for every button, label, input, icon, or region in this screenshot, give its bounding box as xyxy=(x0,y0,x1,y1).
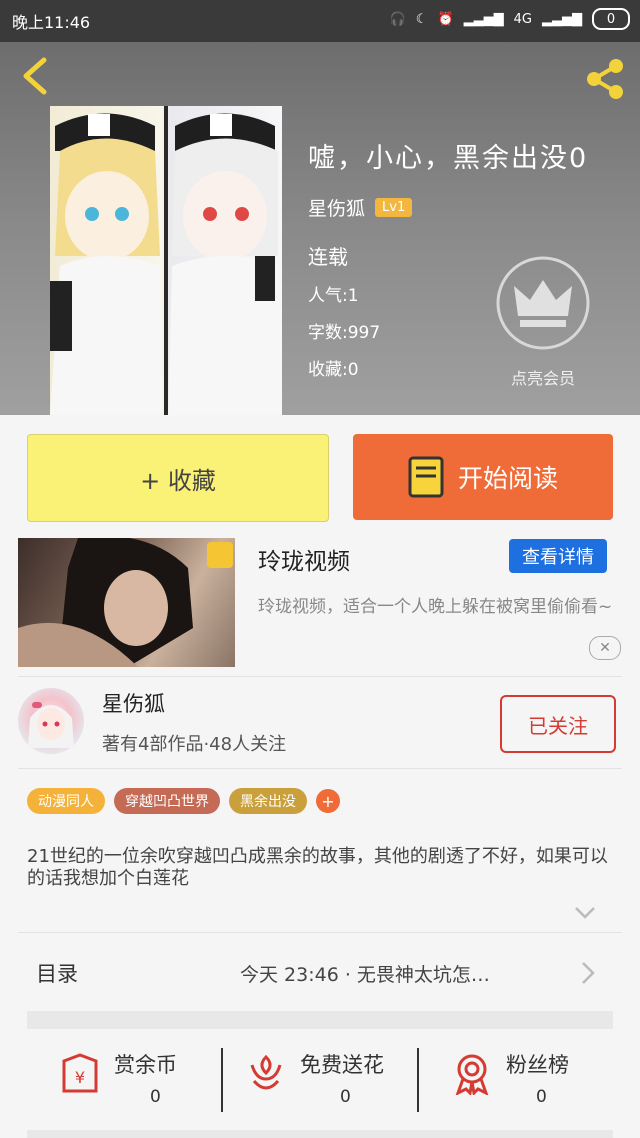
book-description: 21世纪的一位余吹穿越凹凸成黑余的故事，其他的剧透了不好，如果可以的话我想加个白… xyxy=(27,846,608,889)
share-icon[interactable] xyxy=(580,54,630,104)
signal-icon-2: ▂▃▅▇ xyxy=(542,11,582,27)
ad-description[interactable]: 玲珑视频，适合一个人晚上躲在被窝里偷偷看~ xyxy=(258,596,613,618)
network-type: 4G xyxy=(513,11,532,27)
author-row: 星伤狐 Lv1 xyxy=(308,194,413,221)
section-separator xyxy=(27,1130,613,1138)
vip-label[interactable]: 点亮会员 xyxy=(494,365,592,389)
send-flower-action[interactable]: 免费送花 0 xyxy=(244,1045,414,1117)
tag[interactable]: 黑余出没 xyxy=(229,788,307,814)
ad-photo xyxy=(18,538,193,667)
start-reading-label: 开始阅读 xyxy=(457,464,558,493)
fan-ranking-action[interactable]: 粉丝榜 0 xyxy=(450,1045,610,1117)
divider xyxy=(18,676,622,677)
tag[interactable]: 动漫同人 xyxy=(27,788,105,814)
send-flower-label: 免费送花 xyxy=(300,1053,384,1077)
toc-label[interactable]: 目录 xyxy=(36,958,78,988)
tag[interactable]: 穿越凹凸世界 xyxy=(114,788,220,814)
coin-envelope-icon: ¥ xyxy=(62,1053,98,1093)
author-card-name[interactable]: 星伤狐 xyxy=(102,688,165,718)
badge-ribbon-icon xyxy=(455,1054,489,1095)
svg-text:¥: ¥ xyxy=(75,1068,85,1087)
book-cover[interactable] xyxy=(50,106,282,415)
popularity: 人气:1 xyxy=(308,286,359,306)
cover-divider xyxy=(164,106,168,415)
book-icon xyxy=(408,456,444,498)
ad-close-button[interactable]: ✕ xyxy=(589,636,621,660)
battery-icon: 0 xyxy=(592,8,630,30)
level-badge: Lv1 xyxy=(375,198,413,217)
favorite-button[interactable]: + 收藏 xyxy=(27,434,329,522)
reward-coins-label: 赏余币 xyxy=(114,1053,177,1077)
section-separator xyxy=(27,1011,613,1029)
divider xyxy=(221,1048,223,1112)
crown-icon[interactable] xyxy=(494,254,592,352)
avatar[interactable] xyxy=(18,688,84,754)
ad-details-button[interactable]: 查看详情 xyxy=(509,539,607,573)
status-icons: 🎧 ☾ ⏰ ▂▃▅▇ 4G ▂▃▅▇ 0 xyxy=(390,8,630,30)
fan-ranking-count: 0 xyxy=(536,1087,547,1107)
send-flower-count: 0 xyxy=(340,1087,351,1107)
chevron-down-icon[interactable] xyxy=(574,905,596,921)
serial-status: 连载 xyxy=(308,245,348,269)
headphones-icon: 🎧 xyxy=(389,11,406,27)
flower-icon xyxy=(250,1054,282,1090)
ad-title[interactable]: 玲珑视频 xyxy=(258,542,350,576)
battery-level: 0 xyxy=(606,11,616,27)
start-reading-button[interactable]: 开始阅读 xyxy=(353,434,613,520)
chevron-right-icon[interactable] xyxy=(580,960,596,986)
status-time: 晚上11:46 xyxy=(12,13,91,32)
follow-button[interactable]: 已关注 xyxy=(500,695,616,753)
divider xyxy=(18,932,622,933)
author-card-subtitle: 著有4部作品·48人关注 xyxy=(102,734,287,755)
word-count: 字数:997 xyxy=(308,323,381,343)
signal-icon: ▂▃▅▇ xyxy=(463,11,504,27)
favorite-count: 收藏:0 xyxy=(308,360,359,380)
tag-list: 动漫同人 穿越凹凸世界 黑余出没 + xyxy=(27,788,340,814)
moon-icon: ☾ xyxy=(415,11,428,27)
fan-ranking-label: 粉丝榜 xyxy=(506,1053,569,1077)
back-arrow-icon[interactable] xyxy=(16,56,56,96)
book-title: 嘘，小心，黑余出没0 xyxy=(308,143,589,174)
favorite-button-label: + 收藏 xyxy=(140,466,216,495)
ad-image[interactable] xyxy=(18,538,235,667)
ad-app-logo xyxy=(207,542,233,568)
latest-chapter[interactable]: 今天 23:46 · 无畏神太坑怎… xyxy=(240,960,490,987)
reward-coins-count: 0 xyxy=(150,1087,161,1107)
author-name[interactable]: 星伤狐 xyxy=(308,194,365,221)
add-tag-button[interactable]: + xyxy=(316,789,340,813)
avatar-illustration xyxy=(28,702,74,748)
reward-coins-action[interactable]: ¥ 赏余币 0 xyxy=(58,1045,218,1117)
divider xyxy=(18,768,622,769)
alarm-icon: ⏰ xyxy=(437,11,454,27)
divider xyxy=(417,1048,419,1112)
status-bar: 晚上11:46 🎧 ☾ ⏰ ▂▃▅▇ 4G ▂▃▅▇ 0 xyxy=(0,0,640,42)
